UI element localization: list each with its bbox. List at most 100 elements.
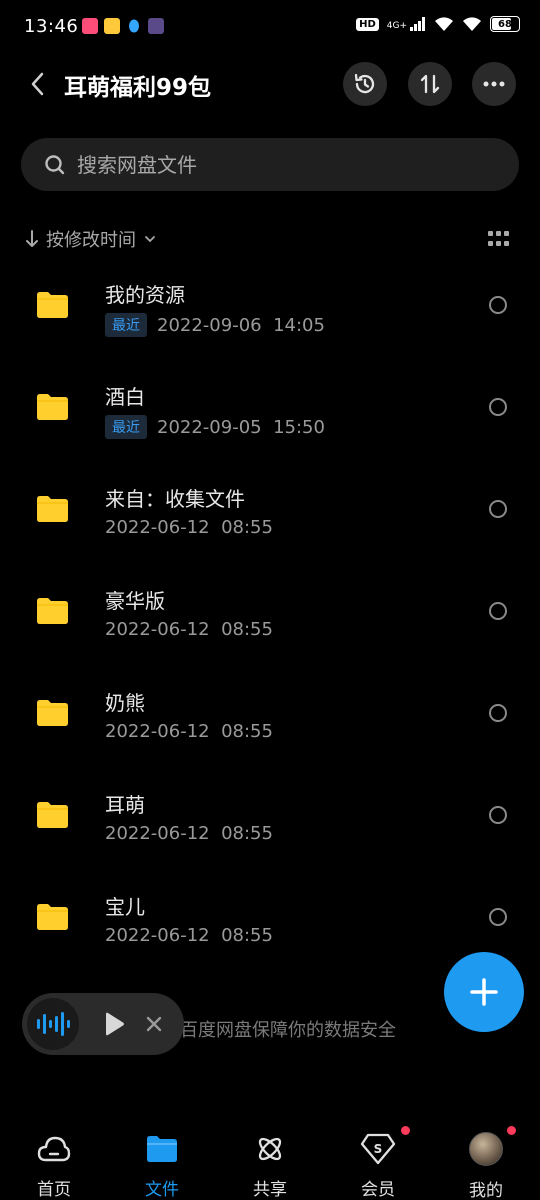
file-name: 奶熊 [105,691,145,715]
chevron-down-icon [145,236,155,243]
file-row[interactable]: 奶熊 2022-06-12 08:55 [0,662,540,764]
file-date: 2022-06-12 08:55 [105,517,273,538]
status-bar: 13:46 HD 4G+ 68 [0,0,540,56]
add-button[interactable] [444,952,524,1032]
nav-item-share[interactable]: 共享 [216,1126,324,1200]
file-meta: 最近 2022-09-05 15:50 [105,415,325,439]
select-checkbox[interactable] [489,296,507,314]
nav-item-me[interactable]: 我的 [432,1126,540,1200]
sort-label: 按修改时间 [46,230,136,251]
file-row[interactable]: 豪华版 2022-06-12 08:55 [0,560,540,662]
back-icon [31,72,44,96]
nav-item-vip[interactable]: S 会员 [324,1126,432,1200]
file-list: 我的资源 最近 2022-09-06 14:05 酒白 最近 2022-09-0… [0,254,540,968]
nav-item-files[interactable]: 文件 [108,1126,216,1200]
search-input[interactable] [77,152,477,177]
file-date: 2022-06-12 08:55 [105,721,273,742]
folder-icon [37,700,68,726]
file-date: 2022-09-06 14:05 [157,314,325,336]
file-name: 耳萌 [105,793,145,817]
nav-label: 共享 [253,1180,287,1200]
select-checkbox[interactable] [489,398,507,416]
folder-icon [37,292,68,318]
notification-dot [401,1126,410,1135]
file-name: 豪华版 [105,589,165,613]
history-button[interactable] [343,62,387,106]
wifi-icon [435,17,453,31]
file-meta: 2022-06-12 08:55 [105,721,273,742]
status-time: 13:46 [24,16,79,37]
svg-text:S: S [374,1142,383,1156]
sort-by-modified-button[interactable]: 按修改时间 [26,226,156,252]
file-meta: 最近 2022-09-06 14:05 [105,313,325,337]
file-meta: 2022-06-12 08:55 [105,619,273,640]
file-row[interactable]: 酒白 最近 2022-09-05 15:50 [0,356,540,458]
hd-badge: HD [356,17,379,31]
app-notification-icon [148,18,164,34]
file-row[interactable]: 我的资源 最近 2022-09-06 14:05 [0,254,540,356]
file-date: 2022-06-12 08:55 [105,823,273,844]
search-box[interactable] [21,138,519,191]
audio-wave-icon [27,998,79,1050]
play-icon[interactable] [103,1012,125,1036]
folder-icon [37,598,68,624]
atom-icon [252,1132,288,1165]
cloud-icon [36,1132,72,1165]
folder-icon [37,904,68,930]
nav-item-home[interactable]: 首页 [0,1126,108,1200]
history-icon [354,73,375,94]
audio-player[interactable] [22,993,184,1055]
recent-badge: 最近 [105,415,147,439]
notification-dot [507,1126,516,1135]
folder-icon [37,802,68,828]
select-checkbox[interactable] [489,602,507,620]
grid-view-button[interactable] [488,231,510,247]
more-icon [483,81,505,87]
close-icon[interactable] [145,1015,163,1033]
sort-icon [420,74,440,94]
header: 耳萌福利99包 [0,56,540,112]
nav-label: 会员 [361,1180,395,1200]
select-checkbox[interactable] [489,500,507,518]
recent-badge: 最近 [105,313,147,337]
battery-icon: 68 [490,16,520,32]
status-indicators: HD 4G+ 68 [356,16,520,32]
status-app-icons [82,18,164,34]
wifi-icon [463,17,481,31]
file-row[interactable]: 耳萌 2022-06-12 08:55 [0,764,540,866]
file-meta: 2022-06-12 08:55 [105,823,273,844]
folder-icon [37,496,68,522]
search-icon [45,154,65,174]
sort-order-button[interactable] [408,62,452,106]
nav-label: 我的 [469,1181,503,1200]
nav-label: 文件 [145,1180,179,1200]
sort-bar: 按修改时间 [0,222,540,256]
file-date: 2022-06-12 08:55 [105,925,273,946]
file-row[interactable]: 宝儿 2022-06-12 08:55 [0,866,540,968]
file-name: 我的资源 [105,283,185,307]
select-checkbox[interactable] [489,806,507,824]
cellular-signal-icon: 4G+ [387,17,426,31]
select-checkbox[interactable] [489,704,507,722]
folder-icon [144,1132,180,1165]
file-date: 2022-06-12 08:55 [105,619,273,640]
file-row[interactable]: 来自：收集文件 2022-06-12 08:55 [0,458,540,560]
file-name: 酒白 [105,385,145,409]
file-name: 来自：收集文件 [105,487,245,511]
file-name: 宝儿 [105,895,145,919]
back-button[interactable] [22,66,52,102]
file-meta: 2022-06-12 08:55 [105,925,273,946]
nav-label: 首页 [37,1180,71,1200]
vip-diamond-icon: S [360,1126,410,1165]
file-meta: 2022-06-12 08:55 [105,517,273,538]
qq-icon [126,18,142,34]
plus-icon [470,978,498,1006]
file-date: 2022-09-05 15:50 [157,416,325,438]
app-notification-icon [104,18,120,34]
bottom-nav: 首页 文件 共享 S 会员 我的 [0,1126,540,1200]
more-button[interactable] [472,62,516,106]
app-notification-icon [82,18,98,34]
select-checkbox[interactable] [489,908,507,926]
page-title: 耳萌福利99包 [64,75,212,101]
folder-icon [37,394,68,420]
